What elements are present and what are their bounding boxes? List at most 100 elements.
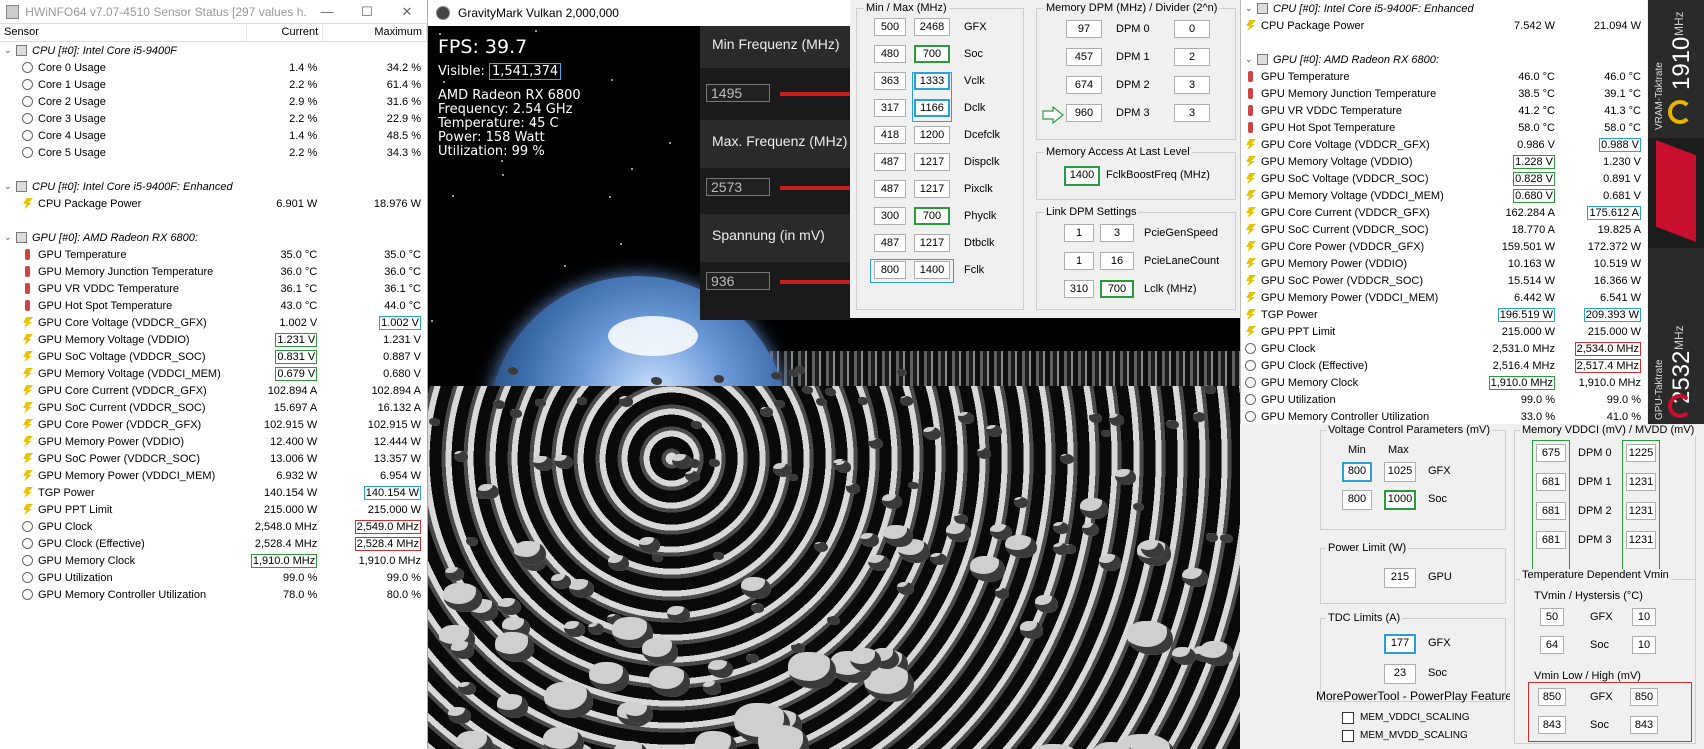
vddci-input[interactable]: 681 — [1536, 473, 1566, 491]
sensor-group[interactable]: ⌄ GPU [#0]: AMD Radeon RX 6800: — [0, 229, 427, 246]
column-maximum[interactable]: Maximum — [323, 24, 427, 41]
sensor-row[interactable]: GPU Memory Clock 1,910.0 MHz 1,910.0 MHz — [0, 552, 427, 569]
sensor-row[interactable]: GPU Clock (Effective) 2,516.4 MHz 2,517.4 … — [1241, 357, 1647, 374]
collapse-icon[interactable]: ⌄ — [4, 232, 16, 243]
sensor-row[interactable]: Core 4 Usage 1.4 % 48.5 % — [0, 127, 427, 144]
link-dpm-b-input[interactable]: 16 — [1100, 252, 1134, 270]
column-current[interactable]: Current — [247, 24, 324, 41]
sensor-row[interactable]: TGP Power 140.154 W 140.154 W — [0, 484, 427, 501]
link-dpm-a-input[interactable]: 310 — [1064, 280, 1094, 298]
clock-min-input[interactable]: 317 — [874, 99, 906, 117]
sensor-row[interactable]: GPU Memory Junction Temperature 38.5 °C 39… — [1241, 85, 1647, 102]
mem-vddci-scaling-checkbox[interactable] — [1342, 712, 1354, 724]
tvmin-input[interactable]: 50 — [1540, 608, 1564, 626]
vddci-input[interactable]: 681 — [1536, 502, 1566, 520]
tvmin-input[interactable]: 64 — [1540, 636, 1564, 654]
fclk-boost-input[interactable]: 1400 — [1064, 166, 1100, 186]
sensor-row[interactable]: GPU Memory Controller Utilization 33.0 % 4… — [1241, 408, 1647, 424]
collapse-icon[interactable]: ⌄ — [1245, 54, 1257, 65]
link-dpm-b-input[interactable]: 700 — [1100, 280, 1134, 298]
sensor-row[interactable]: GPU SoC Power (VDDCR_SOC) 15.514 W 16.366 … — [1241, 272, 1647, 289]
sensor-row[interactable]: GPU Memory Power (VDDCI_MEM) 6.932 W 6.954… — [0, 467, 427, 484]
sensor-row[interactable]: GPU Core Power (VDDCR_GFX) 102.915 W 102.9… — [0, 416, 427, 433]
sensor-row[interactable]: Core 2 Usage 2.9 % 31.6 % — [0, 93, 427, 110]
sensor-row[interactable]: GPU Memory Voltage (VDDCI_MEM) 0.679 V 0.6… — [0, 365, 427, 382]
close-button[interactable]: ✕ — [387, 4, 427, 20]
clock-max-input[interactable]: 1217 — [914, 234, 950, 252]
sensor-row[interactable]: GPU Core Voltage (VDDCR_GFX) 0.986 V 0.988… — [1241, 136, 1647, 153]
sensor-row[interactable]: GPU SoC Current (VDDCR_SOC) 18.770 A 19.82… — [1241, 221, 1647, 238]
mvdd-input[interactable]: 1231 — [1626, 502, 1656, 520]
clock-min-input[interactable]: 418 — [874, 126, 906, 144]
sensor-row[interactable]: GPU Memory Power (VDDCI_MEM) 6.442 W 6.541… — [1241, 289, 1647, 306]
mem-dpm-divider-input[interactable]: 0 — [1174, 20, 1210, 38]
sensor-row[interactable]: GPU Hot Spot Temperature 58.0 °C 58.0 °C — [1241, 119, 1647, 136]
mem-dpm-mhz-input[interactable]: 457 — [1066, 48, 1102, 66]
soc-min-voltage-input[interactable]: 800 — [1342, 490, 1372, 510]
sensor-row[interactable]: GPU Memory Voltage (VDDIO) 1.231 V 1.231 V — [0, 331, 427, 348]
sensor-row[interactable]: GPU PPT Limit 215.000 W 215.000 W — [1241, 323, 1647, 340]
mem-dpm-mhz-input[interactable]: 674 — [1066, 76, 1102, 94]
mvdd-input[interactable]: 1231 — [1626, 473, 1656, 491]
clock-max-input[interactable]: 700 — [914, 45, 950, 63]
sensor-row[interactable]: Core 0 Usage 1.4 % 34.2 % — [0, 59, 427, 76]
mem-dpm-mhz-input[interactable]: 97 — [1066, 20, 1102, 38]
vddci-input[interactable]: 675 — [1536, 444, 1566, 462]
vddci-input[interactable]: 681 — [1536, 531, 1566, 549]
sensor-row[interactable]: Core 1 Usage 2.2 % 61.4 % — [0, 76, 427, 93]
mem-dpm-divider-input[interactable]: 3 — [1174, 76, 1210, 94]
sensor-row[interactable]: GPU Hot Spot Temperature 43.0 °C 44.0 °C — [0, 297, 427, 314]
vmin-low-input[interactable]: 843 — [1538, 716, 1566, 734]
link-dpm-a-input[interactable]: 1 — [1064, 224, 1094, 242]
sensor-row[interactable]: TGP Power 196.519 W 209.393 W — [1241, 306, 1647, 323]
gfx-max-voltage-input[interactable]: 1025 — [1384, 462, 1416, 482]
collapse-icon[interactable]: ⌄ — [4, 45, 16, 56]
sensor-group[interactable]: ⌄ GPU [#0]: AMD Radeon RX 6800: — [1241, 51, 1647, 68]
sensor-row[interactable]: GPU Core Current (VDDCR_GFX) 102.894 A 102… — [0, 382, 427, 399]
clock-min-input[interactable]: 487 — [874, 153, 906, 171]
sensor-row[interactable]: GPU Utilization 99.0 % 99.0 % — [1241, 391, 1647, 408]
clock-min-input[interactable]: 480 — [874, 45, 906, 63]
sensor-row[interactable]: GPU Clock (Effective) 2,528.4 MHz 2,528.4 … — [0, 535, 427, 552]
sensor-row[interactable]: GPU SoC Power (VDDCR_SOC) 13.006 W 13.357 … — [0, 450, 427, 467]
mem-dpm-mhz-input[interactable]: 960 — [1066, 104, 1102, 122]
mem-mvdd-scaling-checkbox[interactable] — [1342, 730, 1354, 742]
sensor-row[interactable]: GPU Memory Power (VDDIO) 10.163 W 10.519 W — [1241, 255, 1647, 272]
sensor-group[interactable]: ⌄ CPU [#0]: Intel Core i5-9400F: Enhanced — [0, 178, 427, 195]
clock-max-input[interactable]: 1217 — [914, 180, 950, 198]
sensor-row[interactable]: GPU Memory Voltage (VDDIO) 1.228 V 1.230 V — [1241, 153, 1647, 170]
minimize-button[interactable]: — — [307, 4, 347, 20]
sensor-row[interactable]: Core 5 Usage 2.2 % 34.3 % — [0, 144, 427, 161]
clock-max-input[interactable]: 1217 — [914, 153, 950, 171]
sensor-row[interactable]: GPU Memory Voltage (VDDCI_MEM) 0.680 V 0.6… — [1241, 187, 1647, 204]
link-dpm-a-input[interactable]: 1 — [1064, 252, 1094, 270]
sensor-row[interactable]: GPU SoC Voltage (VDDCR_SOC) 0.828 V 0.891 … — [1241, 170, 1647, 187]
collapse-icon[interactable]: ⌄ — [4, 181, 16, 192]
vmin-high-input[interactable]: 843 — [1630, 716, 1658, 734]
mem-dpm-divider-input[interactable]: 2 — [1174, 48, 1210, 66]
soc-max-voltage-input[interactable]: 1000 — [1384, 490, 1416, 510]
sensor-row[interactable]: GPU VR VDDC Temperature 36.1 °C 36.1 °C — [0, 280, 427, 297]
vmin-low-input[interactable]: 850 — [1538, 688, 1566, 706]
hysteresis-input[interactable]: 10 — [1632, 608, 1656, 626]
sensor-row[interactable]: CPU Package Power 7.542 W 21.094 W — [1241, 17, 1647, 34]
gfx-min-voltage-input[interactable]: 800 — [1342, 462, 1372, 482]
mvdd-input[interactable]: 1231 — [1626, 531, 1656, 549]
maximize-button[interactable]: ☐ — [347, 4, 387, 20]
clock-min-input[interactable]: 487 — [874, 234, 906, 252]
clock-max-input[interactable]: 1200 — [914, 126, 950, 144]
sensor-row[interactable]: GPU Memory Clock 1,910.0 MHz 1,910.0 MHz — [1241, 374, 1647, 391]
vmin-high-input[interactable]: 850 — [1630, 688, 1658, 706]
sensor-row[interactable]: GPU Temperature 46.0 °C 46.0 °C — [1241, 68, 1647, 85]
power-limit-input[interactable]: 215 — [1384, 568, 1416, 588]
sensor-row[interactable] — [0, 212, 427, 229]
sensor-row[interactable]: GPU SoC Current (VDDCR_SOC) 15.697 A 16.13… — [0, 399, 427, 416]
sensor-row[interactable]: GPU Clock 2,531.0 MHz 2,534.0 MHz — [1241, 340, 1647, 357]
sensor-row[interactable] — [0, 161, 427, 178]
sensor-row[interactable]: GPU Clock 2,548.0 MHz 2,549.0 MHz — [0, 518, 427, 535]
collapse-icon[interactable]: ⌄ — [1245, 3, 1257, 14]
mem-dpm-divider-input[interactable]: 3 — [1174, 104, 1210, 122]
sensor-group[interactable]: ⌄ CPU [#0]: Intel Core i5-9400F — [0, 42, 427, 59]
sensor-row[interactable]: GPU VR VDDC Temperature 41.2 °C 41.3 °C — [1241, 102, 1647, 119]
clock-max-input[interactable]: 2468 — [914, 18, 950, 36]
